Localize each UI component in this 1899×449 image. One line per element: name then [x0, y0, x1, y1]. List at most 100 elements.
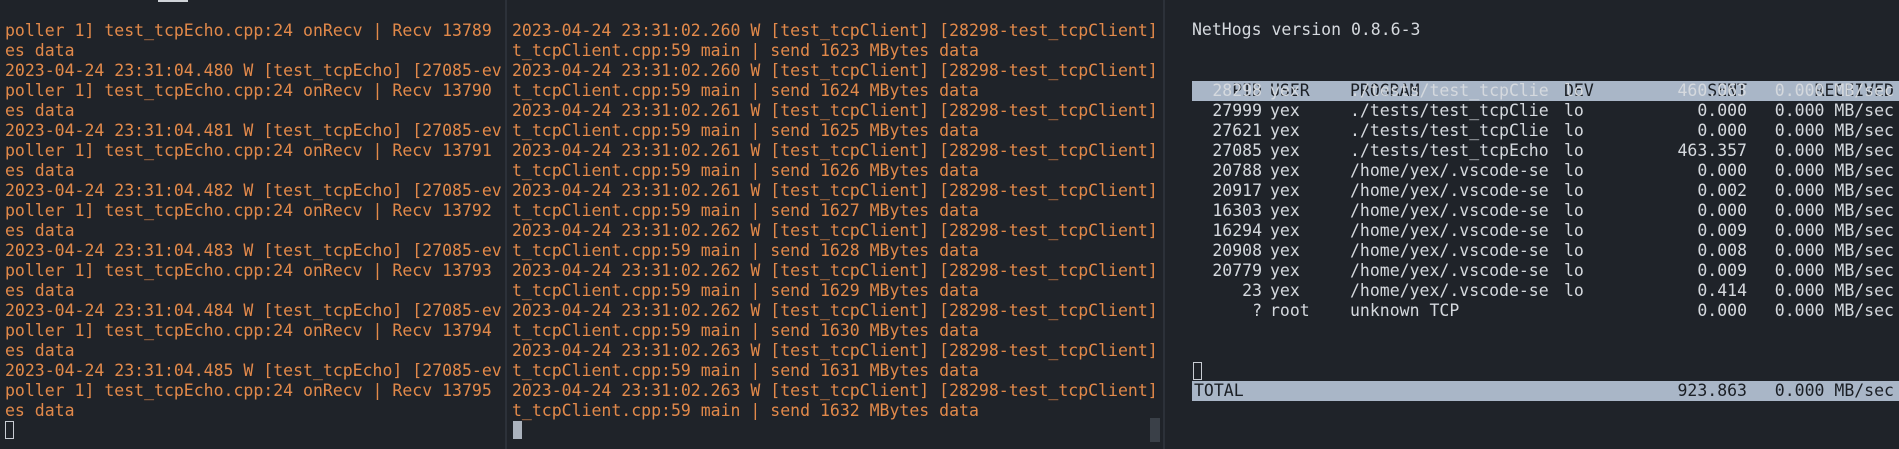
log-line: t_tcpClient.cpp:59 main | send 1624 MByt… [512, 81, 979, 100]
log-line: es data [5, 161, 75, 180]
process-user: yex [1270, 261, 1300, 280]
log-line: t_tcpClient.cpp:59 main | send 1628 MByt… [512, 241, 979, 260]
process-row[interactable]: 16303 yex/home/yex/.vscode-se.. lo 0.000 0.0… [1192, 201, 1894, 221]
log-line: poller 1] test_tcpEcho.cpp:24 onRecv | R… [5, 321, 501, 340]
process-received: 0.000 MB/sec [1774, 281, 1894, 300]
log-line: t_tcpClient.cpp:59 main | send 1626 MByt… [512, 161, 979, 180]
process-sent: 460.063 [1677, 81, 1747, 100]
log-line: 2023-04-24 23:31:02.262 W [test_tcpClien… [512, 221, 1159, 240]
process-user: yex [1270, 201, 1300, 220]
process-program: ./tests/test_tcpClient [1350, 81, 1550, 100]
process-row[interactable]: 27621 yex ./tests/test_tcpClient lo 0.000 0.0… [1192, 121, 1894, 141]
process-dev: lo [1564, 141, 1584, 160]
terminal-window: poller 1] test_tcpEcho.cpp:24 onRecv | R… [0, 0, 1899, 449]
process-received: 0.000 MB/sec [1774, 261, 1894, 280]
log-line: poller 1] test_tcpEcho.cpp:24 onRecv | R… [5, 141, 501, 160]
process-program: ./tests/test_tcpClient [1350, 121, 1550, 140]
process-sent: 0.000 [1697, 101, 1747, 120]
text-cursor [1193, 362, 1202, 380]
process-row[interactable]: 27085 yex ./tests/test_tcpEcho lo 463.357 0.0… [1192, 141, 1894, 161]
log-line: poller 1] test_tcpEcho.cpp:24 onRecv | R… [5, 21, 501, 40]
process-user: yex [1270, 221, 1300, 240]
process-row[interactable]: ? root unknown TCP 0.000 0.000 MB/sec [1192, 301, 1894, 321]
log-line: poller 1] test_tcpEcho.cpp:24 onRecv | R… [5, 381, 501, 400]
process-user: yex [1270, 101, 1300, 120]
process-sent: 0.414 [1697, 281, 1747, 300]
process-pid: 27621 [1212, 121, 1262, 140]
scrollbar-thumb[interactable] [1150, 418, 1160, 442]
log-line: 2023-04-24 23:31:04.480 W [test_tcpEcho]… [5, 61, 501, 80]
log-line: 2023-04-24 23:31:02.263 W [test_tcpClien… [512, 341, 1159, 360]
process-pid: 27999 [1212, 101, 1262, 120]
process-program: ./tests/test_tcpEcho [1350, 141, 1549, 160]
process-received: 0.000 MB/sec [1774, 161, 1894, 180]
process-pid: 16303 [1212, 201, 1262, 220]
nethogs-terminal-pane[interactable]: NetHogs version 0.8.6-3 PID USER PROGRAM… [1165, 0, 1899, 449]
log-line: es data [5, 101, 75, 120]
log-line: 2023-04-24 23:31:04.484 W [test_tcpEcho]… [5, 301, 501, 320]
log-line: es data [5, 401, 75, 420]
log-line: 2023-04-24 23:31:04.481 W [test_tcpEcho]… [5, 121, 501, 140]
process-program: /home/yex/.vscode-se.. [1350, 221, 1550, 240]
process-user: yex [1270, 161, 1300, 180]
log-line: 2023-04-24 23:31:02.263 W [test_tcpClien… [512, 381, 1159, 400]
process-dev: lo [1564, 281, 1584, 300]
left-log-output: poller 1] test_tcpEcho.cpp:24 onRecv | R… [5, 21, 501, 421]
process-row[interactable]: 28298 yex ./tests/test_tcpClient lo 460.063 0… [1192, 81, 1894, 101]
process-pid: 20908 [1212, 241, 1262, 260]
log-line: t_tcpClient.cpp:59 main | send 1627 MByt… [512, 201, 979, 220]
process-program: /home/yex/.vscode-se.. [1350, 201, 1550, 220]
log-line: 2023-04-24 23:31:02.261 W [test_tcpClien… [512, 141, 1159, 160]
process-row[interactable]: 20917 yex/home/yex/.vscode-se.. lo 0.002 0.0… [1192, 181, 1894, 201]
process-dev: lo [1564, 201, 1584, 220]
process-received: 0.000 MB/sec [1774, 181, 1894, 200]
log-line: es data [5, 281, 75, 300]
log-line: 2023-04-24 23:31:04.483 W [test_tcpEcho]… [5, 241, 501, 260]
log-line: poller 1] test_tcpEcho.cpp:24 onRecv | R… [5, 201, 501, 220]
log-line: t_tcpClient.cpp:59 main | send 1631 MByt… [512, 361, 979, 380]
process-row[interactable]: 16294 yex/home/yex/.vscode-se.. lo 0.009 0.0… [1192, 221, 1894, 241]
process-dev: lo [1564, 161, 1584, 180]
process-sent: 463.357 [1677, 141, 1747, 160]
process-dev: lo [1564, 261, 1584, 280]
process-program: unknown TCP [1350, 301, 1460, 320]
process-sent: 0.000 [1697, 121, 1747, 140]
process-pid: 20788 [1212, 161, 1262, 180]
process-row[interactable]: 20908 yex/home/yex/.vscode-se.. lo 0.008 0.0… [1192, 241, 1894, 261]
process-user: yex [1270, 121, 1300, 140]
process-dev: lo [1564, 81, 1584, 100]
process-pid: 20779 [1212, 261, 1262, 280]
middle-log-output: 2023-04-24 23:31:02.260 W [test_tcpClien… [512, 21, 1159, 421]
process-sent: 0.002 [1697, 181, 1747, 200]
process-dev: lo [1564, 101, 1584, 120]
process-pid: 16294 [1212, 221, 1262, 240]
left-terminal-pane[interactable]: poller 1] test_tcpEcho.cpp:24 onRecv | R… [0, 0, 505, 449]
total-label: TOTAL [1194, 381, 1244, 400]
log-line: es data [5, 41, 75, 60]
log-line: poller 1] test_tcpEcho.cpp:24 onRecv | R… [5, 261, 501, 280]
process-dev: lo [1564, 181, 1584, 200]
process-sent: 0.009 [1697, 221, 1747, 240]
log-line: 2023-04-24 23:31:02.261 W [test_tcpClien… [512, 101, 1159, 120]
text-cursor [5, 421, 14, 439]
process-sent: 0.000 [1697, 161, 1747, 180]
process-row[interactable]: 27999 yex ./tests/test_tcpClient lo 0.000 0.0… [1192, 101, 1894, 121]
process-pid: 23 [1242, 281, 1262, 300]
process-user: root [1270, 301, 1310, 320]
process-dev: lo [1564, 121, 1584, 140]
process-sent: 0.000 [1697, 201, 1747, 220]
process-row[interactable]: 20788 yex/home/yex/.vscode-se.. lo 0.000 0.0… [1192, 161, 1894, 181]
process-user: yex [1270, 181, 1300, 200]
process-row[interactable]: 20779 yex/home/yex/.vscode-se.. lo 0.009 0.0… [1192, 261, 1894, 281]
process-received: 0.000 MB/sec [1774, 121, 1894, 140]
process-user: yex [1270, 281, 1300, 300]
log-line: 2023-04-24 23:31:02.262 W [test_tcpClien… [512, 301, 1159, 320]
process-received: 0.000 MB/sec [1774, 201, 1894, 220]
log-line: t_tcpClient.cpp:59 main | send 1623 MByt… [512, 41, 979, 60]
active-tab-indicator [158, 0, 188, 2]
process-user: yex [1270, 81, 1300, 100]
process-dev: lo [1564, 241, 1584, 260]
middle-terminal-pane[interactable]: 2023-04-24 23:31:02.260 W [test_tcpClien… [507, 0, 1163, 449]
process-row[interactable]: 23 yex/home/yex/.vscode-se.. lo 0.414 0.000 … [1192, 281, 1894, 301]
process-program: /home/yex/.vscode-se.. [1350, 261, 1550, 280]
